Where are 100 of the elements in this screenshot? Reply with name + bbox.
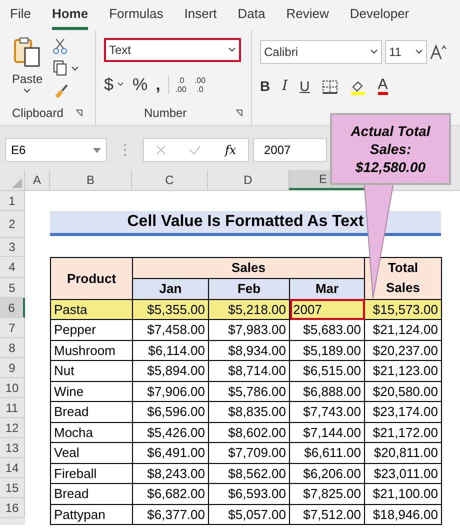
font-family-dropdown[interactable]: Calibri (260, 40, 382, 64)
table-cell[interactable]: $7,512.00 (290, 504, 364, 524)
table-cell[interactable]: $6,611.00 (290, 442, 364, 463)
table-cell: $8,714.00 (208, 360, 290, 381)
column-header[interactable]: E (289, 170, 330, 190)
ribbon-tab[interactable]: Developer (350, 4, 410, 30)
table-cell: $18,946.00 (364, 504, 442, 524)
comma-button[interactable]: , (156, 72, 160, 98)
table-cell: $6,377.00 (132, 504, 208, 524)
row-header[interactable]: 3 (0, 238, 25, 257)
table-cell[interactable]: $7,825.00 (290, 484, 364, 504)
table-cell: $23,011.00 (364, 463, 442, 484)
paintbrush-icon[interactable] (52, 82, 69, 98)
more-icon (123, 143, 127, 157)
font-size-dropdown[interactable]: 11 (385, 40, 427, 64)
table-cell[interactable]: 2007 (290, 299, 364, 320)
table-cell[interactable]: $6,206.00 (290, 463, 364, 484)
decrease-decimal-button[interactable]: .00 .0 (194, 76, 206, 94)
column-heading: Feb (208, 278, 290, 299)
percent-button[interactable]: % (132, 72, 148, 98)
row-header[interactable]: 12 (0, 418, 25, 438)
check-icon[interactable] (189, 145, 202, 155)
row-header[interactable]: 4 (0, 257, 25, 278)
row-header[interactable]: 14 (0, 458, 25, 478)
row-header[interactable]: 15 (0, 478, 25, 498)
clipboard-icon (13, 36, 42, 68)
copy-icon[interactable] (52, 60, 79, 76)
column-heading: Jan (132, 278, 208, 299)
column-header[interactable]: A (25, 170, 50, 190)
caret-icon (93, 148, 101, 152)
row-header[interactable]: 16 (0, 498, 25, 518)
table-cell: $5,057.00 (208, 504, 290, 524)
formula-input[interactable]: 2007 (253, 138, 327, 162)
table-cell[interactable]: $7,743.00 (290, 402, 364, 422)
table-cell: $21,100.00 (364, 484, 442, 504)
caret-icon (228, 47, 236, 53)
table-cell: $6,114.00 (132, 340, 208, 360)
table-cell[interactable]: $6,888.00 (290, 381, 364, 402)
row-header[interactable]: 6 (0, 298, 25, 318)
bold-button[interactable]: B (260, 76, 270, 97)
group-label: Number (144, 105, 187, 122)
borders-icon[interactable] (322, 80, 338, 94)
ribbon-tab[interactable]: Review (286, 4, 329, 30)
underline-button[interactable]: U (300, 76, 310, 97)
row-header[interactable]: 10 (0, 378, 25, 398)
currency-button[interactable]: $ (104, 72, 124, 98)
grow-font-icon[interactable] (430, 44, 448, 60)
table-cell[interactable]: $7,144.00 (290, 422, 364, 442)
ribbon-tab[interactable]: Data (238, 4, 266, 30)
font-color-button[interactable]: A (378, 78, 388, 95)
table-cell: Mocha (50, 422, 132, 442)
row-header[interactable]: 7 (0, 318, 25, 338)
dialog-launcher-icon[interactable] (75, 109, 83, 117)
ribbon-tab[interactable]: Insert (184, 4, 217, 30)
table-cell[interactable]: $6,515.00 (290, 360, 364, 381)
ribbon-tab[interactable]: File (10, 4, 31, 30)
dialog-launcher-icon[interactable] (235, 109, 243, 117)
table-cell: $5,355.00 (132, 299, 208, 320)
table-cell: $7,983.00 (208, 320, 290, 340)
column-heading: Total Sales (364, 258, 442, 299)
scissors-icon[interactable] (52, 38, 67, 54)
table-cell[interactable]: $5,683.00 (290, 320, 364, 340)
row-header[interactable]: 9 (0, 358, 25, 378)
table-cell: $8,243.00 (132, 463, 208, 484)
row-header[interactable]: 8 (0, 338, 25, 358)
row-header[interactable]: 13 (0, 438, 25, 458)
callout: Actual Total Sales: $12,580.00 (330, 113, 451, 185)
table-cell: $21,124.00 (364, 320, 442, 340)
column-header[interactable]: C (132, 170, 208, 190)
ribbon-tab[interactable]: Formulas (109, 4, 164, 30)
caret-icon (23, 88, 32, 94)
name-box[interactable]: E6 (5, 138, 107, 162)
row-header[interactable]: 1 (0, 191, 25, 211)
caret-icon (117, 82, 124, 88)
fill-color-icon[interactable] (350, 78, 366, 94)
italic-button[interactable]: I (282, 76, 288, 97)
table-cell: Bread (50, 402, 132, 422)
table-cell: Bread (50, 484, 132, 504)
column-heading: Sales (132, 258, 364, 278)
paste-button[interactable]: Paste (12, 36, 43, 98)
table-cell: $7,458.00 (132, 320, 208, 340)
increase-decimal-button[interactable]: .0 .00 (168, 76, 186, 94)
row-header[interactable]: 11 (0, 398, 25, 418)
caret-icon (415, 49, 423, 55)
table-cell: $15,573.00 (364, 299, 442, 320)
number-format-dropdown[interactable]: Text (104, 38, 241, 62)
table-cell: $6,593.00 (208, 484, 290, 504)
table-cell: $8,934.00 (208, 340, 290, 360)
table-cell: $21,172.00 (364, 422, 442, 442)
table-cell: Wine (50, 381, 132, 402)
column-heading: Product (50, 258, 132, 299)
table-cell: $8,562.00 (208, 463, 290, 484)
column-header[interactable]: B (50, 170, 132, 190)
table-cell: $5,786.00 (208, 381, 290, 402)
table-cell[interactable]: $5,189.00 (290, 340, 364, 360)
row-header[interactable]: 2 (0, 211, 25, 238)
insert-function-button[interactable]: fx (224, 141, 236, 159)
table-cell: $8,602.00 (208, 422, 290, 442)
table-cell: $23,174.00 (364, 402, 442, 422)
table-cell: $7,709.00 (208, 442, 290, 463)
